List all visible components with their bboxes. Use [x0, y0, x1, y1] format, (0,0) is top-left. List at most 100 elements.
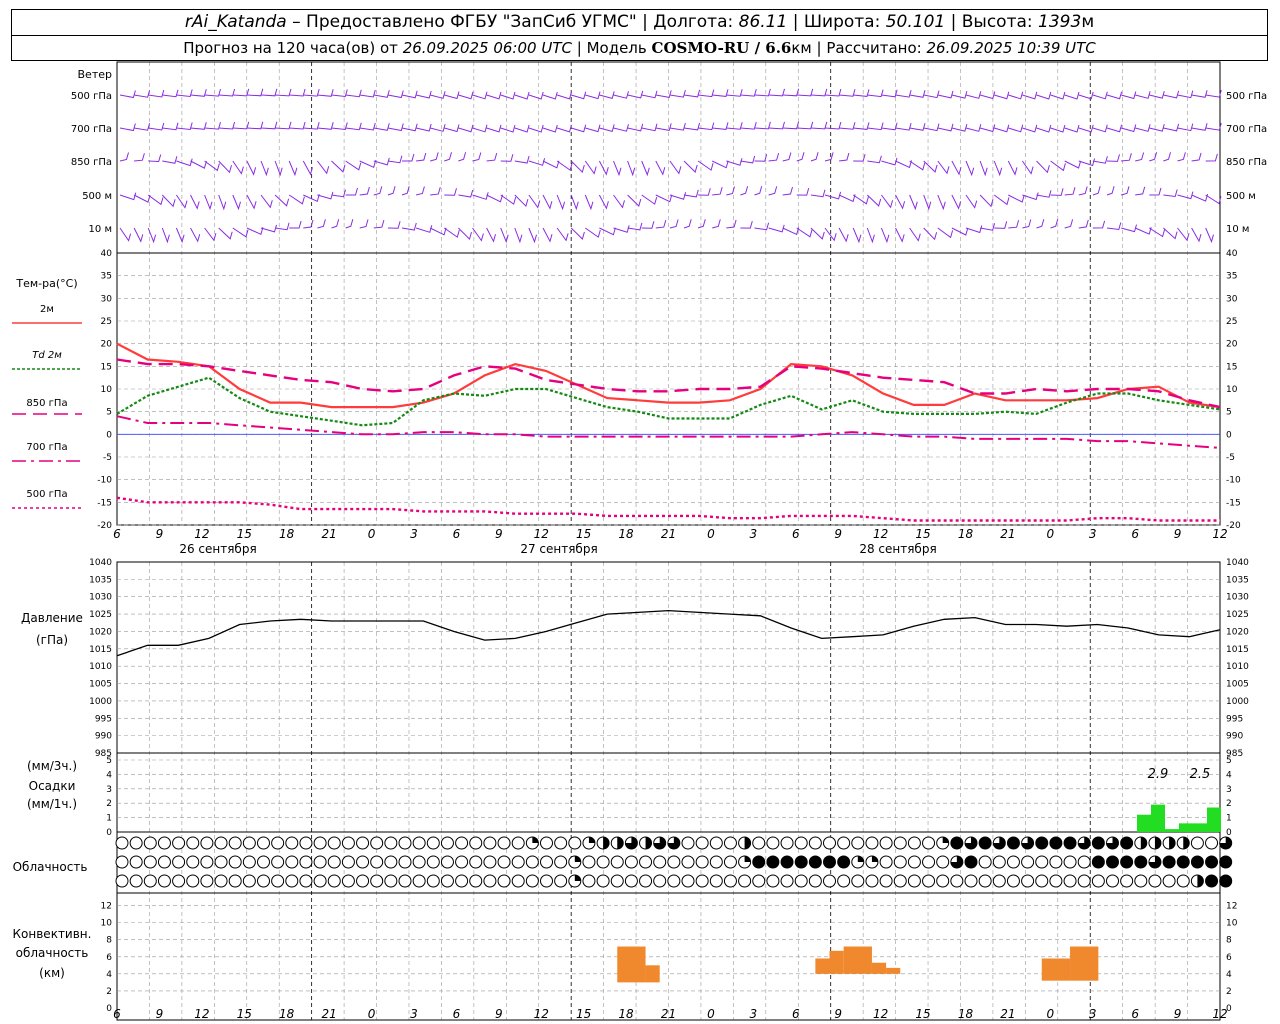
hour-tick-label: 3: [1089, 527, 1097, 541]
wind-barb: [148, 89, 165, 98]
precip-tick-left: 2: [106, 799, 112, 809]
pressure-title: Давление: [21, 611, 83, 625]
cloud-symbol: [1120, 874, 1134, 888]
cloud-symbol: [1106, 874, 1119, 888]
wind-barb: [1022, 219, 1032, 229]
wind-barb: [345, 219, 354, 229]
pressure-tick-right: 1035: [1226, 575, 1249, 585]
hour-tick-label: 9: [495, 1007, 503, 1021]
temp-tick-left: -10: [97, 476, 112, 486]
convective-bar: [645, 965, 660, 983]
wind-barb: [796, 88, 814, 97]
pressure-tick-right: 1000: [1226, 697, 1249, 707]
wind-barb: [430, 152, 439, 162]
hour-tick-label: 12: [194, 527, 209, 541]
wind-barb: [331, 89, 348, 98]
wind-barb: [571, 91, 587, 100]
wind-barb: [1008, 91, 1024, 100]
cloud-symbol: [200, 836, 214, 850]
cloud-symbol: [398, 836, 412, 850]
temp-tick-left: 20: [101, 340, 113, 350]
wind-barb: [951, 227, 969, 236]
cloud-symbol: [709, 874, 723, 888]
wind-barb: [275, 121, 292, 130]
wind-barb: [965, 225, 983, 234]
wind-barb: [1050, 219, 1059, 229]
convective-tick-right: 12: [1226, 902, 1237, 912]
wind-barb: [260, 88, 278, 97]
wind-barb: [1036, 124, 1052, 133]
wind-barb: [147, 194, 164, 206]
day-label: 27 сентября: [520, 542, 597, 556]
pressure-tick-left: 1015: [89, 645, 112, 655]
wind-barb: [1007, 160, 1018, 176]
temp-title: Тем-ра(°C): [15, 277, 77, 290]
wind-barb: [627, 194, 642, 207]
wind-barb: [162, 89, 179, 98]
wind-barb: [556, 160, 573, 171]
wind-barb: [655, 219, 667, 229]
wind-barb: [683, 219, 692, 229]
cloud-fill: [1163, 856, 1176, 868]
wind-barb: [387, 186, 396, 196]
cloud-symbol: [808, 874, 822, 888]
wind-barb: [1205, 89, 1222, 98]
temp-legend-label: 500 гПа: [26, 489, 67, 500]
hour-tick-label: 15: [576, 1007, 591, 1021]
cloud-symbol: [879, 874, 893, 888]
cloud-symbol: [370, 836, 384, 850]
cloud-symbol: [907, 855, 921, 869]
wind-barb: [359, 186, 370, 196]
wind-barb: [1135, 91, 1151, 99]
wind-barb: [881, 89, 898, 98]
wind-barb: [430, 91, 446, 99]
wind-barb: [162, 156, 178, 164]
convective-title: облачность: [16, 946, 89, 960]
wind-barb: [500, 124, 516, 133]
wind-barb: [444, 227, 460, 238]
wind-barb: [232, 88, 250, 97]
wind-barb: [289, 88, 306, 97]
cloud-symbol: [879, 855, 893, 869]
lower-frame: [116, 561, 1221, 1021]
cloud-symbol: [1035, 874, 1049, 888]
cloud-symbol: [172, 874, 186, 888]
wind-barb: [641, 123, 658, 132]
cloud-symbol: [157, 855, 171, 869]
wind-barb: [641, 160, 650, 177]
cloud-symbol: [1063, 855, 1077, 869]
wind-barb: [796, 187, 810, 196]
wind-barb: [782, 88, 800, 97]
wind-barb: [246, 160, 257, 176]
wind-barb: [1135, 226, 1152, 235]
wind-barb: [1022, 192, 1039, 201]
precip-bar: [1179, 823, 1193, 832]
wind-barb: [1106, 154, 1120, 162]
cloud-symbol: [681, 874, 695, 888]
wind-barb: [528, 91, 544, 100]
cloud-fill: [1197, 875, 1204, 887]
cloud-symbol: [808, 836, 822, 850]
hour-tick-label: 15: [237, 1007, 252, 1021]
pressure-tick-left: 1020: [89, 627, 112, 637]
cloud-symbol: [1091, 874, 1105, 888]
wind-barb: [175, 227, 185, 244]
cloud-symbol: [370, 874, 384, 888]
wind-barb: [599, 227, 616, 236]
wind-barb: [810, 227, 825, 240]
cloud-symbol: [384, 836, 398, 850]
hour-tick-label: 18: [958, 527, 974, 541]
pressure-tick-left: 990: [95, 732, 112, 742]
wind-barb: [1078, 186, 1088, 196]
wind-barb: [1106, 91, 1123, 100]
wind-barb: [923, 227, 938, 241]
hour-tick-label: 15: [915, 527, 930, 541]
convective-bar: [843, 946, 872, 974]
wind-barb: [542, 160, 560, 169]
cloud-symbol: [370, 855, 384, 869]
wind-barb: [1205, 122, 1222, 131]
cloud-symbol: [143, 874, 157, 888]
wind-barb: [162, 122, 179, 131]
wind-barb: [317, 89, 334, 97]
wind-barb: [260, 121, 278, 130]
